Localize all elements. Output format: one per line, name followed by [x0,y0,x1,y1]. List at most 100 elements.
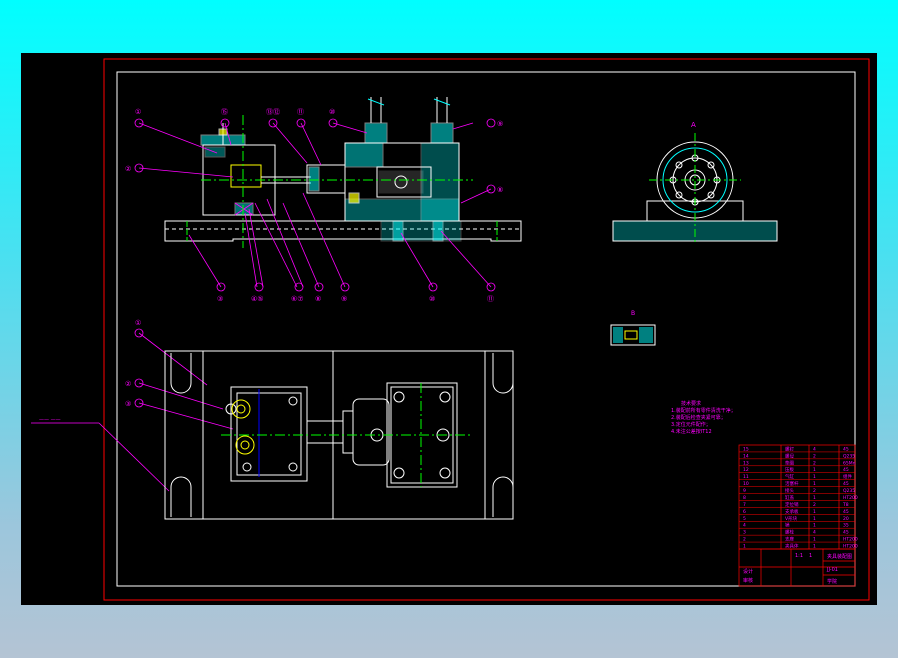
company: 学院 [827,578,837,585]
balloon-8: ⑧ [315,295,321,303]
detail-view: B [610,310,656,346]
balloon-1: ① [135,108,141,116]
parts-cell: 接头 [785,487,794,494]
parts-cell: 支座 [785,536,794,543]
parts-cell: 1 [813,544,816,550]
balloon-10: ⑩ [329,108,335,116]
parts-cell: 45 [843,481,849,487]
drawing-title: 夹具装配图 [827,553,852,560]
parts-cell: 20 [843,516,849,522]
parts-cell: 13 [743,460,749,466]
side-view-label: A [691,121,696,129]
balloon-9: ⑨ [497,120,503,128]
balloon-10b: ⑩ [429,295,435,303]
parts-cell: 1 [813,523,816,529]
parts-cell: 缸盖 [785,494,794,501]
balloon-4-5: ④⑤ [251,295,264,303]
parts-cell: 螺钉 [785,445,794,452]
tech-note-title: 技术要求 [681,400,701,407]
parts-cell: 螺母 [785,452,794,459]
tech-note-1: 1.装配前所有零件清洗干净； [671,407,736,414]
parts-cell: HT200 [843,537,858,543]
parts-cell: 1 [813,474,816,480]
parts-cell: 1 [813,509,816,515]
parts-cell: 1 [813,516,816,522]
title-block [738,444,856,587]
parts-cell: 1 [813,537,816,543]
parts-cell: 45 [843,509,849,515]
parts-cell: 垫圈 [785,459,794,466]
parts-cell: 4 [813,530,816,536]
parts-cell: V形块 [785,515,798,522]
scale: 1:1 [795,553,803,559]
balloons-front-bottom: ③ ④⑤ ⑥⑦ ⑧ ⑨ ⑩ ⑪ [216,282,496,303]
balloon-11b: ⑪ [487,295,494,303]
parts-cell: 2 [813,488,816,494]
title-block-text: 夹具装配图 学院 JJ-01 1:1 1 设计 审核 [743,553,852,585]
balloons-plan: ① ② ③ —— —— [39,319,144,423]
parts-cell: 8 [743,495,746,501]
parts-cell: 7 [743,502,746,508]
balloon-3: ③ [217,295,223,303]
parts-cell: 10 [743,481,749,487]
parts-cell: 45 [843,467,849,473]
balloon-right-8: ⑧ [497,186,503,194]
sheet: 1 [809,553,812,559]
parts-cell: T8 [842,502,849,508]
parts-cell: 35 [843,523,849,529]
balloon-13-12: ⑬⑫ [266,108,280,116]
parts-cell: 气缸 [785,473,794,480]
parts-cell: 1 [813,495,816,501]
parts-cell: 1 [813,467,816,473]
parts-cell: 支承板 [785,508,799,515]
parts-cell: 11 [743,474,749,480]
balloon-6-7: ⑥⑦ [291,295,304,303]
balloon-2: ② [125,165,131,173]
front-section-view [164,97,522,248]
left-callout: —— —— [39,417,61,423]
tech-note-4: 4.未注公差按IT12 [671,428,712,435]
parts-cell: 4 [813,446,816,452]
parts-cell: 2 [813,502,816,508]
parts-cell: HT200 [843,495,858,501]
tech-note-2: 2.装配后检查夹紧可靠； [671,414,726,421]
balloon-9b: ⑨ [341,295,347,303]
parts-cell: 螺栓 [785,529,794,536]
checker: 审核 [743,577,753,584]
parts-cell: 1 [813,481,816,487]
parts-cell: 5 [743,516,746,522]
parts-cell: 2 [813,460,816,466]
parts-cell: 活塞杆 [785,480,799,487]
designer: 设计 [743,568,753,575]
cad-drawing: ① ⑮ ⑬⑫ ⑪ ⑩ ⑨ ② ⑧ ③ ④⑤ ⑥⑦ ⑧ ⑨ ⑩ ⑪ A B 技术要… [31,58,870,601]
base-plate [164,220,522,242]
side-view: A [612,121,778,245]
parts-cell: 组件 [843,473,852,480]
parts-cell: 65Mn [843,460,856,466]
plan-balloon-2: ② [125,380,131,388]
parts-cell: 压板 [785,466,794,473]
vblock [230,164,262,188]
parts-cell: 销 [785,522,790,529]
detail-label: B [631,310,635,317]
parts-cell: 4 [743,523,746,529]
parts-cell: Q235 [843,488,855,494]
parts-cell: 45 [843,446,849,452]
parts-cell: HT200 [843,544,858,550]
parts-cell: 2 [813,453,816,459]
parts-cell: 定位销 [785,501,799,508]
parts-cell: 15 [743,446,749,452]
plan-view [164,350,514,520]
plan-balloon-1: ① [135,319,141,327]
parts-cell: 3 [743,530,746,536]
parts-list: 15 螺钉 4 4514 螺母 2 Q23513 垫圈 2 65Mn12 压板 1 4511 气缸 1 组件1… [739,445,858,550]
balloon-15: ⑮ [221,108,228,116]
parts-cell: 1 [743,544,746,550]
tech-note-3: 3.定位元件配作； [671,421,711,428]
parts-cell: 14 [743,453,749,459]
parts-cell: 6 [743,509,746,515]
parts-cell: Q235 [843,453,855,459]
parts-cell: 夹具体 [785,543,799,550]
parts-cell: 12 [743,467,749,473]
drawing-number: JJ-01 [826,567,838,573]
